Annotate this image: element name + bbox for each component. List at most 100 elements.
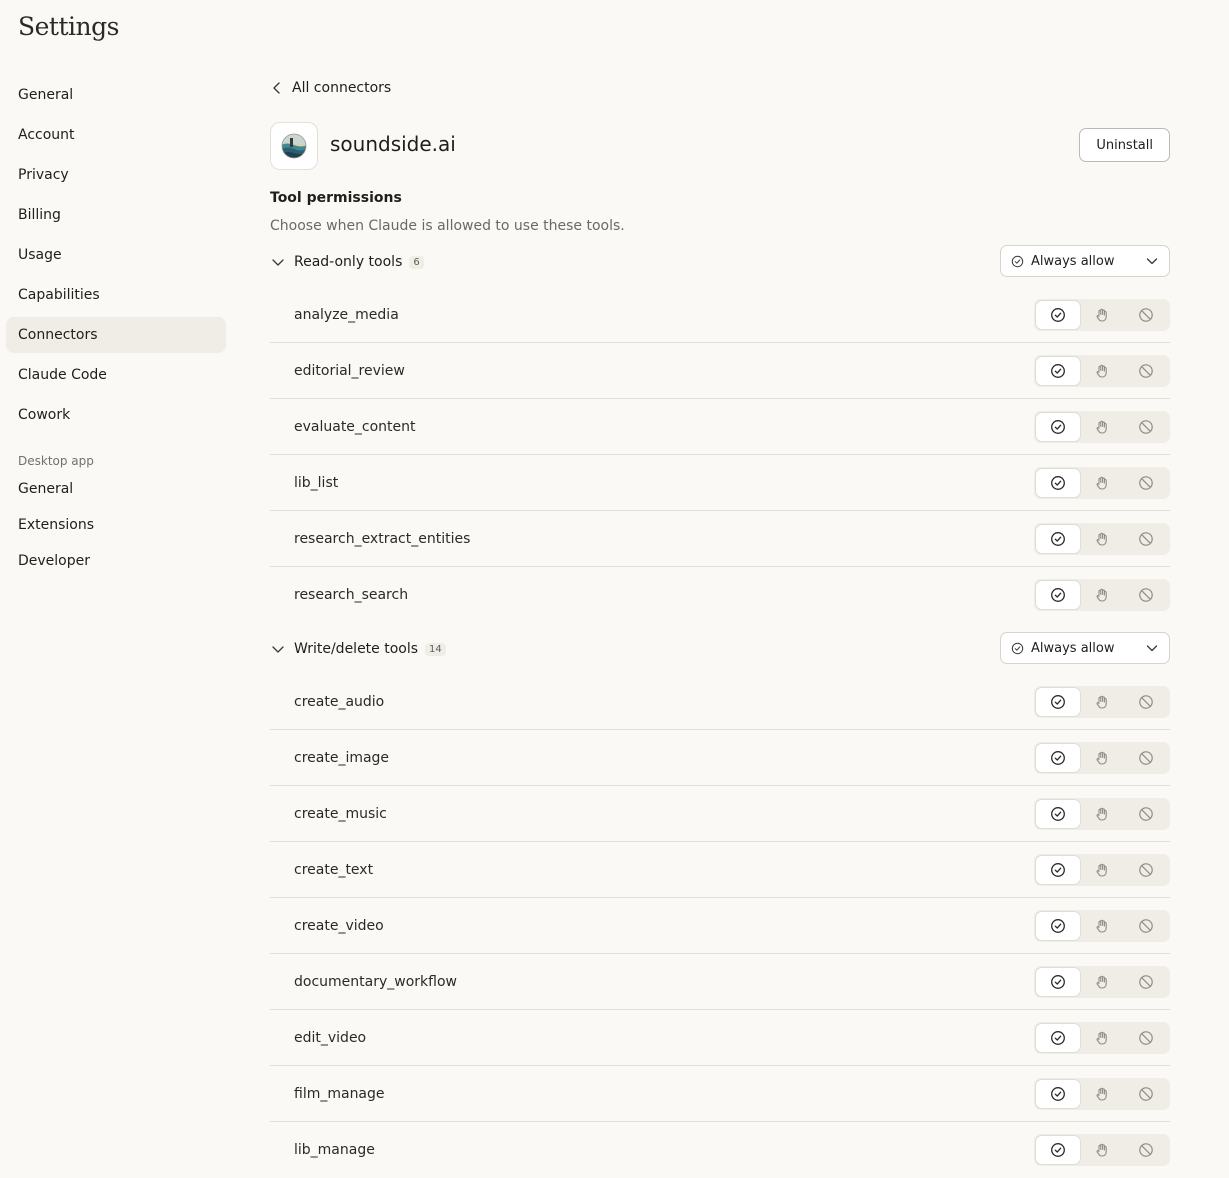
- needs-approval-button[interactable]: [1080, 856, 1124, 884]
- sidebar-item-claude-code[interactable]: Claude Code: [6, 357, 226, 393]
- sidebar-item-cowork[interactable]: Cowork: [6, 397, 226, 433]
- block-icon: [1138, 862, 1154, 878]
- page-title: Settings: [18, 12, 119, 41]
- always-allow-button[interactable]: [1036, 744, 1080, 772]
- tool-permission-toggle: [1034, 1078, 1170, 1110]
- block-button[interactable]: [1124, 469, 1168, 497]
- block-button[interactable]: [1124, 1136, 1168, 1164]
- block-button[interactable]: [1124, 1024, 1168, 1052]
- always-allow-button[interactable]: [1036, 413, 1080, 441]
- block-button[interactable]: [1124, 800, 1168, 828]
- needs-approval-button[interactable]: [1080, 581, 1124, 609]
- needs-approval-button[interactable]: [1080, 688, 1124, 716]
- tool-row: create_video: [270, 898, 1170, 954]
- always-allow-button[interactable]: [1036, 525, 1080, 553]
- needs-approval-button[interactable]: [1080, 1024, 1124, 1052]
- always-allow-button[interactable]: [1036, 357, 1080, 385]
- needs-approval-button[interactable]: [1080, 413, 1124, 441]
- block-button[interactable]: [1124, 581, 1168, 609]
- hand-icon: [1094, 587, 1110, 603]
- back-to-connectors-link[interactable]: All connectors: [270, 76, 391, 100]
- needs-approval-button[interactable]: [1080, 525, 1124, 553]
- needs-approval-button[interactable]: [1080, 912, 1124, 940]
- block-icon: [1138, 419, 1154, 435]
- sidebar-item-account[interactable]: Account: [6, 117, 226, 153]
- always-allow-button[interactable]: [1036, 688, 1080, 716]
- hand-icon: [1094, 475, 1110, 491]
- group-policy-value: Always allow: [1031, 640, 1115, 656]
- always-allow-button[interactable]: [1036, 1136, 1080, 1164]
- always-allow-button[interactable]: [1036, 856, 1080, 884]
- tool-name: create_music: [294, 806, 387, 822]
- block-icon: [1138, 918, 1154, 934]
- sidebar-item-usage[interactable]: Usage: [6, 237, 226, 273]
- block-icon: [1138, 1086, 1154, 1102]
- needs-approval-button[interactable]: [1080, 800, 1124, 828]
- hand-icon: [1094, 1030, 1110, 1046]
- block-button[interactable]: [1124, 301, 1168, 329]
- sidebar-item-desktop-general[interactable]: General: [6, 473, 226, 505]
- always-allow-button[interactable]: [1036, 1024, 1080, 1052]
- tool-row: create_music: [270, 786, 1170, 842]
- needs-approval-button[interactable]: [1080, 968, 1124, 996]
- hand-icon: [1094, 862, 1110, 878]
- always-allow-button[interactable]: [1036, 800, 1080, 828]
- block-button[interactable]: [1124, 688, 1168, 716]
- group-policy-select[interactable]: Always allow: [1000, 245, 1170, 277]
- needs-approval-button[interactable]: [1080, 1080, 1124, 1108]
- tool-permission-toggle: [1034, 299, 1170, 331]
- always-allow-button[interactable]: [1036, 912, 1080, 940]
- always-allow-button[interactable]: [1036, 1080, 1080, 1108]
- block-button[interactable]: [1124, 856, 1168, 884]
- block-icon: [1138, 694, 1154, 710]
- tool-row: research_extract_entities: [270, 511, 1170, 567]
- block-button[interactable]: [1124, 525, 1168, 553]
- tool-name: create_audio: [294, 694, 385, 710]
- needs-approval-button[interactable]: [1080, 469, 1124, 497]
- block-button[interactable]: [1124, 912, 1168, 940]
- block-button[interactable]: [1124, 413, 1168, 441]
- block-icon: [1138, 750, 1154, 766]
- dropdown-chevron-icon: [1146, 258, 1158, 265]
- block-button[interactable]: [1124, 968, 1168, 996]
- block-icon: [1138, 1030, 1154, 1046]
- settings-sidebar: General Account Privacy Billing Usage Ca…: [6, 77, 226, 581]
- always-allow-button[interactable]: [1036, 301, 1080, 329]
- block-button[interactable]: [1124, 1080, 1168, 1108]
- always-allow-button[interactable]: [1036, 581, 1080, 609]
- check-circle-icon: [1050, 1030, 1066, 1046]
- sidebar-item-extensions[interactable]: Extensions: [6, 509, 226, 541]
- sidebar-item-privacy[interactable]: Privacy: [6, 157, 226, 193]
- sidebar-item-capabilities[interactable]: Capabilities: [6, 277, 226, 313]
- always-allow-button[interactable]: [1036, 469, 1080, 497]
- tool-permission-toggle: [1034, 411, 1170, 443]
- tool-permission-toggle: [1034, 467, 1170, 499]
- tool-permission-toggle: [1034, 355, 1170, 387]
- tool-name: create_image: [294, 750, 390, 766]
- block-icon: [1138, 363, 1154, 379]
- tool-group-header[interactable]: Write/delete tools 14 Always allow: [270, 632, 1170, 666]
- check-circle-icon: [1050, 363, 1066, 379]
- connector-name: soundside.ai: [330, 132, 456, 156]
- needs-approval-button[interactable]: [1080, 357, 1124, 385]
- sidebar-item-connectors[interactable]: Connectors: [6, 317, 226, 353]
- tool-name: evaluate_content: [294, 419, 416, 435]
- check-circle-icon: [1050, 475, 1066, 491]
- hand-icon: [1094, 694, 1110, 710]
- soundside-logo-icon: [281, 133, 307, 159]
- sidebar-item-general[interactable]: General: [6, 77, 226, 113]
- always-allow-button[interactable]: [1036, 968, 1080, 996]
- block-button[interactable]: [1124, 744, 1168, 772]
- uninstall-button[interactable]: Uninstall: [1079, 128, 1170, 162]
- check-circle-icon: [1050, 307, 1066, 323]
- needs-approval-button[interactable]: [1080, 744, 1124, 772]
- group-policy-select[interactable]: Always allow: [1000, 632, 1170, 664]
- sidebar-item-billing[interactable]: Billing: [6, 197, 226, 233]
- sidebar-item-developer[interactable]: Developer: [6, 545, 226, 577]
- check-circle-icon: [1050, 694, 1066, 710]
- needs-approval-button[interactable]: [1080, 1136, 1124, 1164]
- needs-approval-button[interactable]: [1080, 301, 1124, 329]
- tool-group-header[interactable]: Read-only tools 6 Always allow: [270, 245, 1170, 279]
- block-button[interactable]: [1124, 357, 1168, 385]
- check-circle-icon: [1050, 806, 1066, 822]
